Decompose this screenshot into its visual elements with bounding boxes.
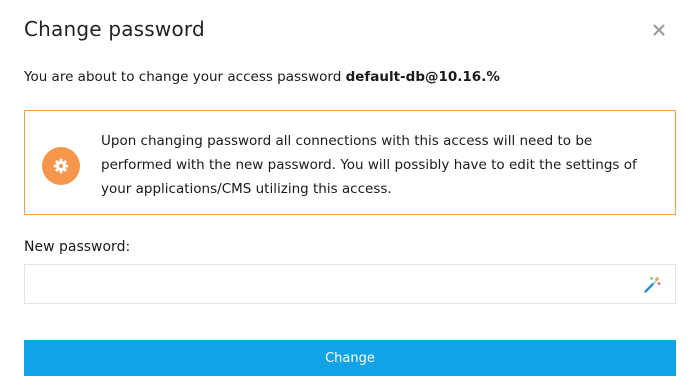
notice-icon-badge	[42, 147, 80, 185]
gear-icon	[53, 158, 69, 174]
intro-text: You are about to change your access pass…	[24, 69, 346, 85]
dialog-title: Change password	[24, 17, 205, 41]
close-button[interactable]	[648, 19, 670, 41]
magic-wand-icon	[644, 276, 661, 293]
intro-message: You are about to change your access pass…	[24, 69, 500, 85]
new-password-field	[24, 264, 676, 304]
close-icon	[653, 24, 665, 36]
new-password-input[interactable]	[25, 265, 635, 303]
notice-text: Upon changing password all connections w…	[101, 133, 637, 197]
change-password-dialog: Change password You are about to change …	[0, 0, 700, 390]
generate-password-button[interactable]	[641, 274, 663, 296]
access-name: default-db@10.16.%	[345, 69, 500, 85]
warning-notice: Upon changing password all connections w…	[24, 110, 676, 215]
new-password-label: New password:	[24, 239, 131, 255]
change-button[interactable]: Change	[24, 340, 676, 376]
